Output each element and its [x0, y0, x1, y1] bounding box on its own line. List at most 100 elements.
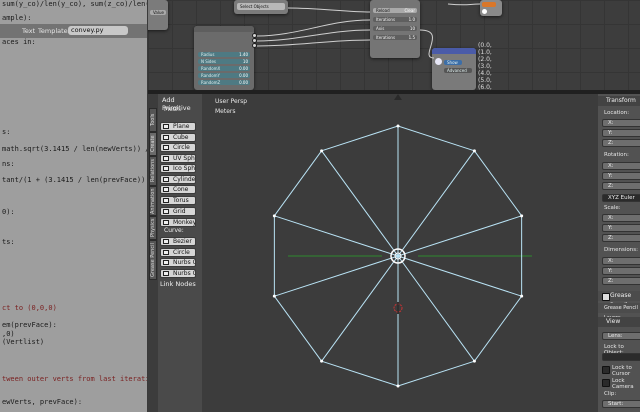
- add-uv-sphere-button[interactable]: UV Sphere: [160, 153, 196, 163]
- tab-grease-pencil[interactable]: Grease Pencil: [149, 240, 157, 280]
- link-nodes-title[interactable]: Link Nodes: [160, 280, 196, 288]
- add-ico-sphere-button[interactable]: Ico Sphere: [160, 164, 196, 173]
- clip-start-field[interactable]: Start:: [602, 400, 640, 408]
- mesh-vertex: [272, 294, 276, 298]
- clip-label: Clip:: [604, 391, 617, 397]
- add-curve-nurbs-circle-button[interactable]: Nurbs Circle: [160, 268, 196, 278]
- properties-panel[interactable]: Transform Location: X: Y: Z: Rotation: X…: [598, 94, 640, 412]
- mesh-icon: [163, 145, 169, 150]
- transform-header[interactable]: Transform: [598, 96, 640, 106]
- mesh-edge: [273, 295, 322, 362]
- scale-z-field[interactable]: Z:: [602, 234, 640, 242]
- add-circle-button[interactable]: Circle: [160, 143, 196, 152]
- rotation-mode-select[interactable]: XYZ Euler: [602, 194, 640, 202]
- mesh-spoke: [397, 255, 522, 297]
- mesh-icon: [163, 176, 169, 182]
- mesh-vertex: [520, 294, 524, 298]
- mesh-edge: [474, 295, 523, 362]
- mesh-vertex: [396, 124, 400, 128]
- rotation-x-field[interactable]: X:: [602, 162, 640, 170]
- mesh-edge: [321, 360, 399, 387]
- scale-y-field[interactable]: Y:: [602, 224, 640, 232]
- button-label: Bezier: [173, 238, 192, 245]
- button-label: Cone: [173, 186, 189, 193]
- mesh-icon: [163, 197, 169, 203]
- tab-create[interactable]: Create: [149, 132, 157, 156]
- add-plane-button[interactable]: Plane: [160, 122, 196, 131]
- add-cylinder-button[interactable]: Cylinder: [160, 174, 196, 184]
- lock-cursor-checkbox[interactable]: [602, 366, 610, 374]
- button-label: Torus: [173, 196, 189, 204]
- mesh-spoke: [321, 255, 399, 362]
- tab-relations[interactable]: Relations: [149, 156, 157, 186]
- mesh-vertex: [320, 359, 324, 363]
- mesh-icon: [163, 124, 169, 129]
- curve-icon: [163, 239, 169, 244]
- add-grid-button[interactable]: Grid: [160, 207, 196, 216]
- mesh-edge: [321, 125, 399, 152]
- rotation-y-field[interactable]: Y:: [602, 172, 640, 180]
- grease-layers-header[interactable]: Grease Pencil Layers: [598, 303, 640, 321]
- lock-cursor-label: Lock to Cursor: [612, 365, 632, 377]
- lock-camera-checkbox[interactable]: [602, 379, 610, 387]
- dim-y-field[interactable]: Y:: [602, 267, 640, 275]
- code-line: ts:: [2, 238, 15, 246]
- code-line: tween outer verts from last iteration: [2, 375, 147, 383]
- add-curve-nurbs-curve-button[interactable]: Nurbs Curve: [160, 258, 196, 267]
- lens-field[interactable]: Lens:: [602, 332, 640, 340]
- curve-icon: [163, 260, 169, 265]
- button-label: Monkey: [173, 218, 196, 226]
- button-label: UV Sphere: [173, 154, 195, 162]
- rotation-label: Rotation:: [604, 152, 629, 158]
- code-line: math.sqrt(3.1415 / len(newVerts)) / 20: [2, 145, 147, 153]
- curve-label: Curve:: [164, 227, 184, 234]
- button-label: Nurbs Circle: [173, 269, 195, 277]
- viewport-top-marker: [394, 94, 402, 100]
- button-label: Ico Sphere: [173, 165, 196, 172]
- text-menu[interactable]: Text: [22, 26, 35, 36]
- lock-object-field[interactable]: [602, 353, 640, 361]
- add-curve-bezier-button[interactable]: Bezier: [160, 237, 196, 246]
- add-monkey-button[interactable]: Monkey: [160, 217, 196, 227]
- tool-shelf[interactable]: Tools Create Relations Animation Physics…: [148, 94, 202, 412]
- location-z-field[interactable]: Z:: [602, 139, 640, 147]
- mesh-edge: [474, 150, 523, 217]
- tab-physics[interactable]: Physics: [149, 216, 157, 240]
- tab-tools[interactable]: Tools: [149, 108, 157, 132]
- dim-x-field[interactable]: X:: [602, 257, 640, 265]
- mesh-icon: [163, 134, 169, 140]
- code-line: tant/(1 + (3.1415 / len(prevFace)) *: [2, 176, 147, 184]
- mesh-spoke: [397, 215, 522, 257]
- scale-x-field[interactable]: X:: [602, 214, 640, 222]
- curve-icon: [163, 249, 169, 255]
- code-line: ample):: [2, 14, 32, 22]
- grease-checkbox[interactable]: [602, 293, 610, 301]
- add-cube-button[interactable]: Cube: [160, 132, 196, 142]
- file-name-field[interactable]: convey.py: [68, 26, 128, 35]
- mesh-edge: [397, 125, 475, 152]
- location-x-field[interactable]: X:: [602, 119, 640, 127]
- tab-animation[interactable]: Animation: [149, 186, 157, 216]
- code-line: ns:: [2, 160, 15, 168]
- mesh-spoke: [321, 150, 399, 257]
- text-editor[interactable]: sum(y_co)/len(y_co), sum(z_co)/len(z_co)…: [0, 0, 147, 412]
- templates-menu[interactable]: Templates: [38, 26, 71, 36]
- mesh-spoke: [274, 215, 399, 257]
- mesh-edge: [397, 360, 475, 387]
- add-cone-button[interactable]: Cone: [160, 185, 196, 194]
- tool-tabs: Tools Create Relations Animation Physics…: [148, 94, 158, 412]
- mesh-wireframe[interactable]: [202, 94, 598, 412]
- code-line: s:: [2, 128, 11, 136]
- dim-z-field[interactable]: Z:: [602, 277, 640, 285]
- mesh-vertex: [272, 214, 276, 218]
- code-line: 0):: [2, 208, 15, 216]
- location-y-field[interactable]: Y:: [602, 129, 640, 137]
- 3d-viewport[interactable]: User Persp Meters: [202, 94, 598, 412]
- mesh-vertex: [320, 149, 324, 153]
- node-editor[interactable]: Value Select Objects Radius 1.40 N Sides 10…: [148, 0, 640, 90]
- button-label: Cylinder: [173, 175, 196, 183]
- add-torus-button[interactable]: Torus: [160, 195, 196, 205]
- view-header[interactable]: View: [598, 317, 640, 327]
- rotation-z-field[interactable]: Z:: [602, 182, 640, 190]
- add-curve-circle-button[interactable]: Circle: [160, 247, 196, 257]
